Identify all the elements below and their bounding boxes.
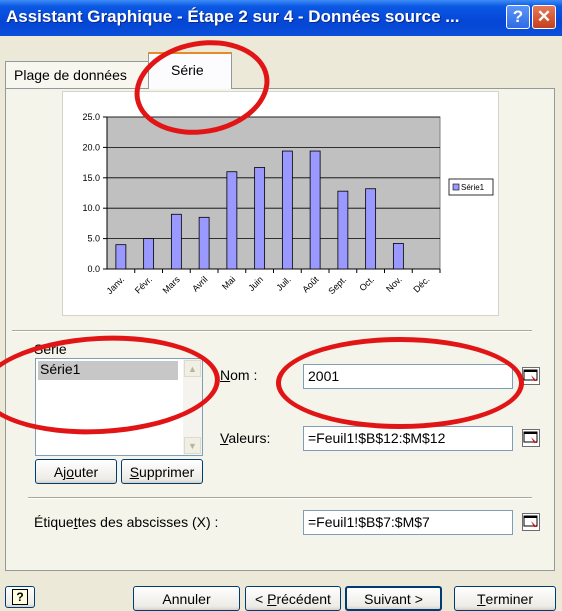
series-group-label: Série: [34, 341, 67, 357]
title-bar: Assistant Graphique - Étape 2 sur 4 - Do…: [0, 0, 562, 36]
y-tick-label: 0.0: [87, 264, 100, 274]
name-label: Nom :: [220, 367, 258, 383]
chart-wizard-dialog: Assistant Graphique - Étape 2 sur 4 - Do…: [0, 0, 562, 611]
y-tick-label: 10.0: [82, 203, 100, 213]
bar: [198, 216, 210, 270]
category-labels-label: Étiquettes des abscisses (X) :: [34, 514, 219, 530]
x-tick-label: Avril: [190, 274, 209, 293]
finish-button[interactable]: Terminer: [454, 586, 556, 611]
x-tick-label: Janv.: [104, 274, 126, 296]
add-button[interactable]: Aj o uter: [35, 459, 117, 484]
x-tick-label: Févr.: [133, 274, 154, 295]
previous-button[interactable]: < Précédent: [245, 586, 341, 611]
tab-series-label: Série: [171, 62, 204, 78]
bar: [226, 171, 238, 270]
tab-data-range-label: Plage de données: [14, 67, 127, 83]
values-label: Valeurs:: [220, 430, 271, 446]
x-tick-label: Nov.: [384, 274, 404, 294]
separator-bottom: [28, 497, 532, 499]
scroll-down-icon[interactable]: ▼: [184, 437, 201, 454]
chart-svg: 25.0 20.0 15.0 10.0 5.0 0.0 Janv. Févr. Mars Avri…: [82, 112, 494, 296]
x-tick-label: Juil.: [274, 274, 292, 292]
next-button[interactable]: Suivant >: [345, 586, 442, 611]
series-list-item[interactable]: Série1: [38, 361, 178, 380]
y-tick-label: 5.0: [87, 234, 100, 244]
separator-top: [12, 330, 532, 332]
close-icon[interactable]: ✕: [532, 5, 556, 29]
tab-data-range[interactable]: Plage de données: [5, 61, 151, 88]
window-title: Assistant Graphique - Étape 2 sur 4 - Do…: [6, 7, 460, 26]
bar: [392, 243, 404, 270]
bar: [254, 167, 266, 270]
delete-button[interactable]: Supprimer: [121, 459, 203, 484]
x-tick-label: Oct.: [357, 274, 376, 293]
x-tick-label: Déc.: [411, 274, 431, 294]
chart-preview: 25.0 20.0 15.0 10.0 5.0 0.0 Janv. Févr. Mars Avri…: [62, 91, 499, 316]
values-field[interactable]: =Feuil1!$B$12:$M$12: [303, 426, 513, 451]
y-tick-label: 15.0: [82, 173, 100, 183]
x-tick-label: Mars: [161, 274, 183, 296]
y-tick-label: 25.0: [82, 112, 100, 122]
x-tick-label: Mai: [220, 274, 237, 291]
x-tick-label: Juin: [246, 274, 265, 293]
cancel-button[interactable]: Annuler: [133, 586, 240, 611]
bar: [309, 150, 321, 270]
help-button[interactable]: ?: [5, 586, 35, 608]
range-select-icon[interactable]: [522, 513, 540, 531]
help-icon: ?: [12, 589, 28, 605]
plot-area: [106, 116, 441, 270]
y-tick-label: 20.0: [82, 142, 100, 152]
bar: [170, 213, 182, 270]
range-select-icon[interactable]: [522, 429, 540, 447]
scrollbar[interactable]: ▲ ▼: [183, 359, 202, 455]
range-select-icon[interactable]: [522, 367, 540, 385]
scroll-up-icon[interactable]: ▲: [184, 360, 201, 377]
name-field[interactable]: 2001: [303, 364, 513, 389]
x-tick-label: Août: [300, 274, 321, 295]
category-labels-field[interactable]: =Feuil1!$B$7:$M$7: [303, 510, 513, 535]
bar: [365, 188, 377, 270]
x-tick-label: Sept.: [326, 274, 348, 296]
legend-swatch: [452, 183, 460, 191]
bar: [281, 150, 293, 270]
bar: [143, 238, 155, 270]
legend-label: Série1: [461, 183, 485, 192]
series-listbox[interactable]: Série1 ▲ ▼: [35, 358, 203, 456]
bar: [115, 244, 127, 270]
help-title-button[interactable]: ?: [506, 5, 530, 29]
tab-series[interactable]: Série: [148, 52, 232, 89]
bar: [337, 190, 349, 270]
